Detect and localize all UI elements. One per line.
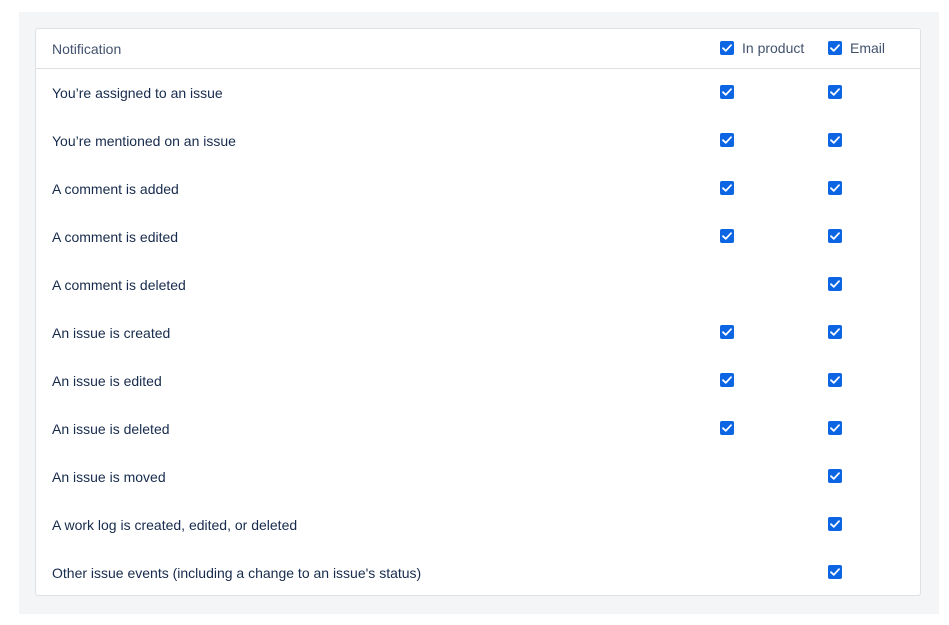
notification-event-label: An issue is deleted [52, 421, 170, 437]
checkmark-icon [830, 232, 840, 240]
email-cell [828, 229, 842, 243]
notification-event-label: A comment is deleted [52, 277, 186, 293]
in-product-cell [720, 229, 734, 243]
email-checkbox[interactable] [828, 325, 842, 339]
table-row: An issue is created [36, 309, 920, 357]
email-cell [828, 517, 842, 531]
checkmark-icon [830, 44, 840, 52]
in-product-cell [720, 373, 734, 387]
checkmark-icon [830, 136, 840, 144]
checkmark-icon [830, 376, 840, 384]
checkmark-icon [722, 232, 732, 240]
checkmark-icon [722, 136, 732, 144]
email-checkbox[interactable] [828, 277, 842, 291]
email-checkbox[interactable] [828, 373, 842, 387]
notification-event-label: Other issue events (including a change t… [52, 565, 422, 581]
email-cell [828, 565, 842, 579]
checkmark-icon [722, 88, 732, 96]
notification-column-header: Notification [52, 41, 122, 57]
checkmark-icon [830, 424, 840, 432]
checkmark-icon [830, 472, 840, 480]
in-product-checkbox[interactable] [720, 229, 734, 243]
checkmark-icon [830, 520, 840, 528]
in-product-cell [720, 325, 734, 339]
email-cell [828, 181, 842, 195]
email-column-header: Email [828, 40, 885, 56]
email-checkbox[interactable] [828, 517, 842, 531]
email-cell [828, 133, 842, 147]
table-row: A comment is deleted [36, 261, 920, 309]
email-checkbox[interactable] [828, 469, 842, 483]
table-row: Other issue events (including a change t… [36, 549, 920, 597]
table-body: You’re assigned to an issue You’re mentio… [36, 69, 920, 597]
notification-event-label: A comment is edited [52, 229, 179, 245]
notification-event-label: You’re mentioned on an issue [52, 133, 236, 149]
table-row: An issue is deleted [36, 405, 920, 453]
notification-event-label: An issue is created [52, 325, 171, 341]
email-checkbox[interactable] [828, 85, 842, 99]
table-row: A work log is created, edited, or delete… [36, 501, 920, 549]
email-checkbox[interactable] [828, 565, 842, 579]
email-checkbox[interactable] [828, 421, 842, 435]
email-cell [828, 85, 842, 99]
notification-event-label: A work log is created, edited, or delete… [52, 517, 298, 533]
checkmark-icon [830, 88, 840, 96]
checkmark-icon [830, 184, 840, 192]
table-row: An issue is edited [36, 357, 920, 405]
table-row: A comment is edited [36, 213, 920, 261]
table-row: An issue is moved [36, 453, 920, 501]
in-product-cell [720, 133, 734, 147]
email-checkbox[interactable] [828, 181, 842, 195]
in-product-checkbox[interactable] [720, 421, 734, 435]
checkmark-icon [722, 376, 732, 384]
table-header: Notification In product Email [36, 29, 920, 69]
checkmark-icon [722, 44, 732, 52]
email-cell [828, 373, 842, 387]
table-row: You’re assigned to an issue [36, 69, 920, 117]
checkmark-icon [830, 280, 840, 288]
email-column-label: Email [850, 40, 886, 56]
notification-table: Notification In product Email You’re ass… [35, 28, 921, 596]
email-cell [828, 277, 842, 291]
in-product-cell [720, 85, 734, 99]
notification-event-label: An issue is moved [52, 469, 166, 485]
email-cell [828, 421, 842, 435]
checkmark-icon [830, 328, 840, 336]
table-row: A comment is added [36, 165, 920, 213]
checkmark-icon [722, 184, 732, 192]
checkmark-icon [722, 424, 732, 432]
email-select-all-checkbox[interactable] [828, 41, 842, 55]
in-product-checkbox[interactable] [720, 133, 734, 147]
in-product-checkbox[interactable] [720, 85, 734, 99]
in-product-checkbox[interactable] [720, 325, 734, 339]
email-cell [828, 469, 842, 483]
notification-event-label: An issue is edited [52, 373, 162, 389]
email-checkbox[interactable] [828, 229, 842, 243]
in-product-checkbox[interactable] [720, 181, 734, 195]
in-product-column-header: In product [720, 40, 804, 56]
in-product-checkbox[interactable] [720, 373, 734, 387]
notification-event-label: You’re assigned to an issue [52, 85, 223, 101]
checkmark-icon [830, 568, 840, 576]
in-product-column-label: In product [742, 40, 805, 56]
email-checkbox[interactable] [828, 133, 842, 147]
checkmark-icon [722, 328, 732, 336]
in-product-select-all-checkbox[interactable] [720, 41, 734, 55]
in-product-cell [720, 421, 734, 435]
in-product-cell [720, 181, 734, 195]
table-row: You’re mentioned on an issue [36, 117, 920, 165]
email-cell [828, 325, 842, 339]
notification-event-label: A comment is added [52, 181, 179, 197]
